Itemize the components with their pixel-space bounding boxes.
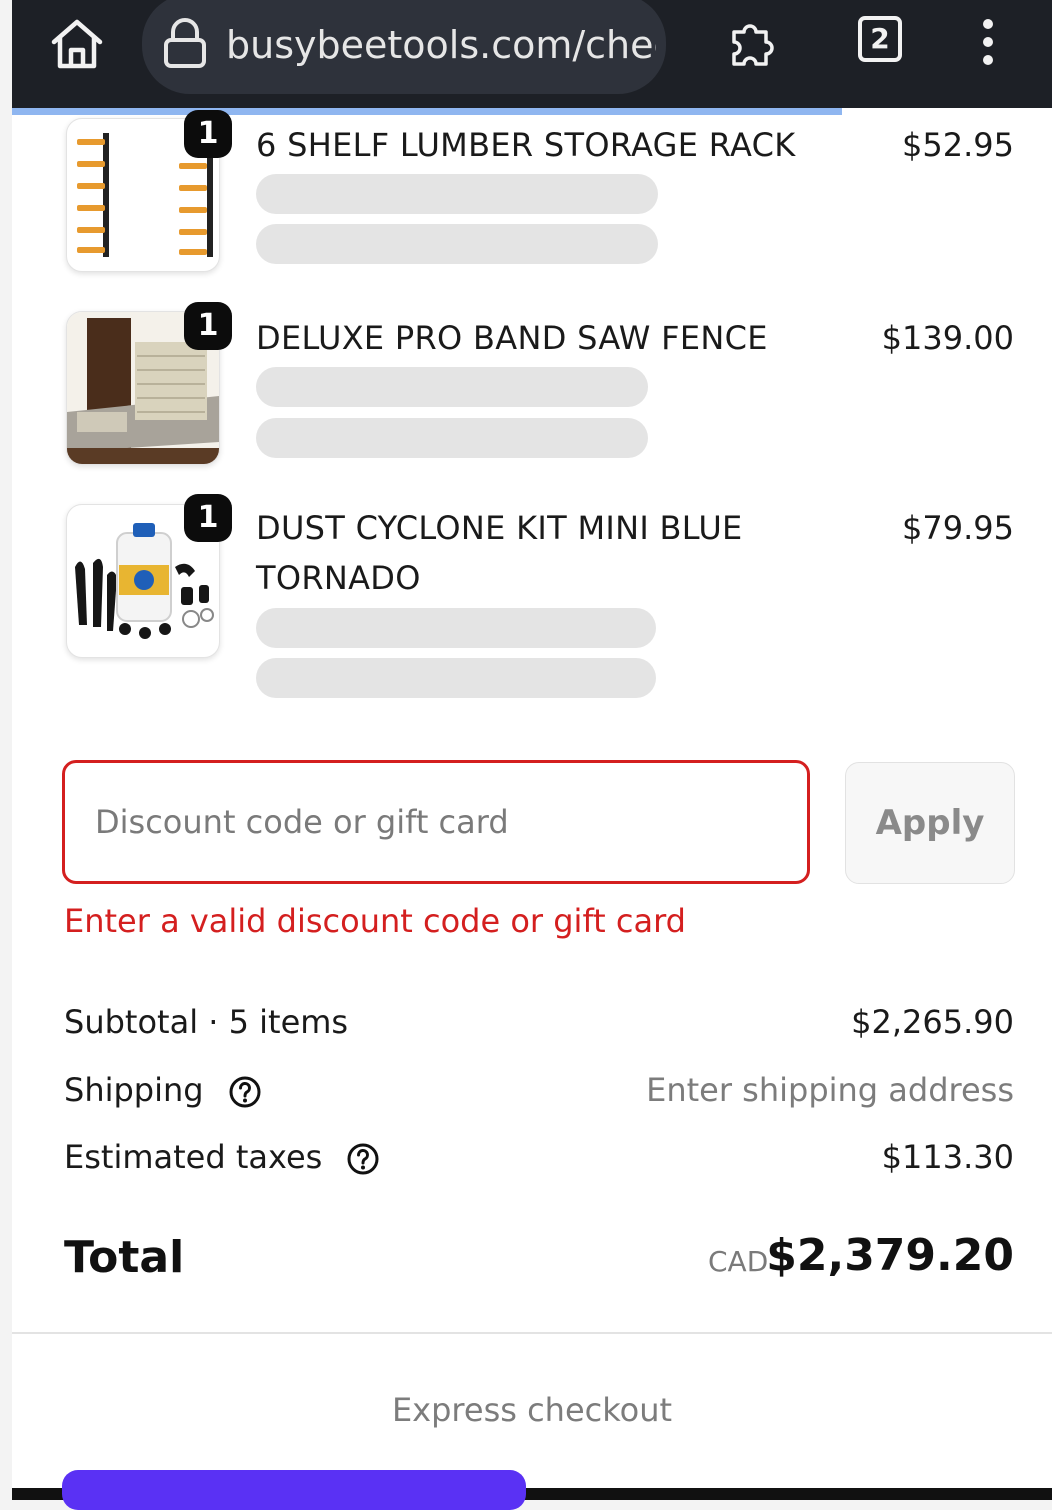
express-checkout-button[interactable] (62, 1470, 526, 1510)
product-name-line-1: DUST CYCLONE KIT MINI BLUE (256, 509, 743, 547)
currency-code: CAD (708, 1245, 769, 1278)
loading-placeholder (256, 418, 648, 458)
discount-code-input[interactable] (62, 760, 810, 884)
page-load-progress-fill (12, 108, 842, 115)
home-icon[interactable] (48, 18, 106, 70)
taxes-label: Estimated taxes (64, 1138, 323, 1176)
taxes-value: $113.30 (881, 1138, 1014, 1176)
loading-placeholder (256, 367, 648, 407)
loading-placeholder (256, 608, 656, 648)
subtotal-value: $2,265.90 (851, 1003, 1014, 1041)
taxes-help-icon[interactable] (346, 1142, 380, 1176)
total-label: Total (64, 1232, 185, 1283)
product-name: 6 SHELF LUMBER STORAGE RACK (256, 126, 796, 164)
product-price: $52.95 (902, 126, 1014, 164)
extensions-icon[interactable] (724, 14, 780, 70)
discount-error-message: Enter a valid discount code or gift card (64, 902, 686, 940)
url-text[interactable]: busybeetools.com/chec (226, 18, 656, 72)
quantity-badge: 1 (184, 110, 232, 158)
product-name-line-2: TORNADO (256, 559, 421, 597)
product-price: $139.00 (881, 319, 1014, 357)
taxes-row: Estimated taxes (64, 1133, 380, 1181)
lock-icon (164, 18, 206, 68)
product-name: DELUXE PRO BAND SAW FENCE (256, 319, 768, 357)
quantity-badge: 1 (184, 302, 232, 350)
shipping-label: Shipping (64, 1071, 204, 1109)
quantity-badge: 1 (184, 494, 232, 542)
express-checkout-label: Express checkout (391, 1391, 673, 1429)
page-load-progress (12, 108, 1052, 115)
section-divider (12, 1332, 1052, 1334)
apply-discount-button[interactable]: Apply (845, 762, 1015, 884)
total-value: $2,379.20 (766, 1230, 1014, 1281)
subtotal-label: Subtotal · 5 items (64, 1003, 349, 1041)
loading-placeholder (256, 174, 658, 214)
tab-switcher-button[interactable]: 2 (858, 16, 902, 62)
more-menu-icon[interactable] (976, 16, 1000, 68)
shipping-row: Shipping (64, 1066, 262, 1114)
shipping-help-icon[interactable] (228, 1075, 262, 1109)
product-price: $79.95 (902, 509, 1014, 547)
shipping-value: Enter shipping address (646, 1071, 1014, 1109)
loading-placeholder (256, 658, 656, 698)
loading-placeholder (256, 224, 658, 264)
